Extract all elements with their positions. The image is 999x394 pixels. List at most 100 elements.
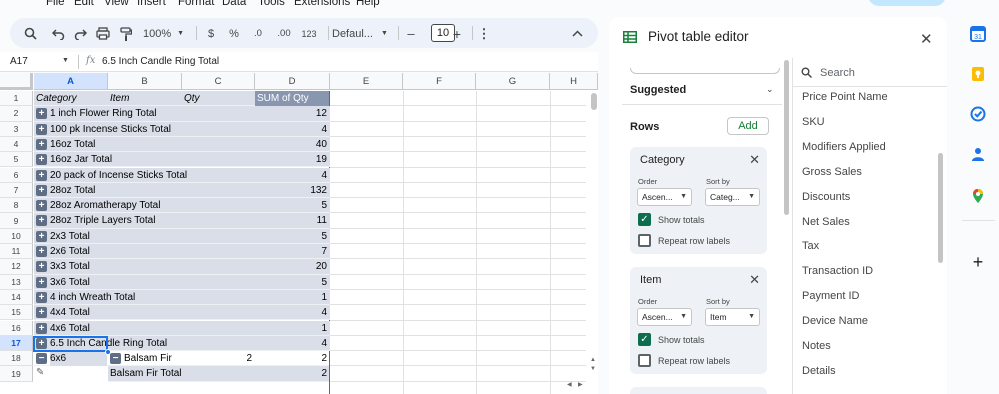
field-item[interactable]: Net Sales (802, 216, 850, 228)
table-cell[interactable]: Balsam Fir Total (110, 366, 182, 381)
menu-view[interactable]: View (104, 0, 129, 8)
column-header-g[interactable]: G (476, 73, 550, 90)
keep-icon[interactable] (970, 66, 986, 82)
number-format-button[interactable]: 123 (299, 25, 319, 42)
expand-icon[interactable]: + (36, 230, 47, 242)
decrease-decimal-button[interactable]: .0 (250, 25, 266, 42)
column-header-a[interactable]: A (34, 73, 108, 90)
fill-handle[interactable] (105, 349, 111, 355)
table-cell[interactable]: 6x6 (50, 351, 107, 367)
table-cell[interactable]: 2 (255, 366, 327, 381)
table-cell[interactable]: 2 (184, 351, 252, 366)
menu-file[interactable]: File (46, 0, 65, 8)
menu-insert[interactable]: Insert (137, 0, 166, 8)
font-select[interactable]: Defaul... ▼ (332, 25, 392, 42)
add-rows-button[interactable]: Add (727, 117, 769, 135)
column-header-f[interactable]: F (403, 73, 476, 90)
table-cell[interactable]: 16oz Jar Total (50, 152, 112, 167)
table-cell[interactable]: 28oz Aromatherapy Total (50, 198, 160, 213)
expand-icon[interactable]: + (36, 154, 47, 166)
row-header-14[interactable]: 14 (0, 289, 33, 306)
scroll-left-icon[interactable]: ◀ (567, 381, 572, 388)
menu-data[interactable]: Data (222, 0, 246, 8)
expand-icon[interactable]: + (36, 307, 47, 319)
sort-by-select[interactable]: Categ... ▼ (705, 188, 760, 206)
table-cell[interactable]: 1 (255, 321, 327, 336)
suggested-label[interactable]: Suggested (630, 84, 686, 96)
table-cell[interactable]: 4 (255, 168, 327, 183)
table-cell[interactable]: 4 (255, 305, 327, 320)
print-icon[interactable] (95, 25, 111, 42)
table-cell[interactable]: 100 pk Incense Sticks Total (50, 122, 171, 137)
expand-icon[interactable]: + (36, 184, 47, 196)
table-cell[interactable]: 132 (255, 183, 327, 198)
table-cell[interactable]: 2x3 Total (50, 229, 90, 244)
row-header-2[interactable]: 2 (0, 106, 33, 122)
table-cell[interactable]: 3x3 Total (50, 259, 90, 274)
settings-scroll-thumb[interactable] (784, 60, 789, 215)
field-item[interactable]: SKU (802, 116, 825, 128)
field-item[interactable]: Price Point Name (802, 91, 888, 103)
menu-format[interactable]: Format (178, 0, 214, 8)
order-select[interactable]: Ascen... ▼ (637, 188, 692, 206)
row-header-19[interactable]: 19 (0, 366, 33, 382)
table-cell[interactable]: Balsam Fir (124, 351, 172, 366)
row-header-13[interactable]: 13 (0, 274, 33, 290)
search-input[interactable]: Search (820, 67, 855, 79)
row-header-6[interactable]: 6 (0, 167, 33, 183)
vertical-scrollbar[interactable] (588, 90, 598, 394)
chevron-down-icon[interactable]: ⌄ (766, 84, 774, 95)
paint-format-icon[interactable] (118, 25, 134, 42)
scroll-down-icon[interactable]: ▼ (590, 366, 596, 372)
sort-by-select[interactable]: Item ▼ (705, 308, 760, 326)
table-cell[interactable]: 4 inch Wreath Total (50, 290, 135, 305)
row-header-8[interactable]: 8 (0, 198, 33, 214)
share-button[interactable] (868, 0, 946, 6)
table-cell[interactable]: 1 (255, 290, 327, 305)
row-header-3[interactable]: 3 (0, 121, 33, 137)
table-cell[interactable]: 5 (255, 198, 327, 213)
table-cell[interactable]: 2 (255, 351, 327, 366)
header-category[interactable]: Category (36, 91, 77, 106)
increase-decimal-button[interactable]: .00 (274, 25, 294, 42)
header-sum-of-qty[interactable]: SUM of Qty (255, 91, 330, 106)
table-cell[interactable]: 4 (255, 122, 327, 137)
column-header-c[interactable]: C (182, 73, 255, 90)
more-options-icon[interactable]: ⋮ (478, 25, 491, 42)
chevron-down-icon[interactable]: ▼ (62, 57, 69, 64)
table-cell[interactable]: 16oz Total (50, 137, 95, 152)
table-cell[interactable]: 12 (255, 106, 327, 121)
close-icon[interactable]: ✕ (749, 272, 760, 288)
table-cell[interactable]: 5 (255, 275, 327, 290)
table-cell[interactable]: 4 (255, 336, 327, 351)
name-box[interactable]: A17 (10, 56, 28, 67)
row-header-9[interactable]: 9 (0, 213, 33, 229)
show-totals-checkbox[interactable]: ✓ (638, 213, 651, 226)
row-header-5[interactable]: 5 (0, 152, 33, 168)
field-list-scroll-thumb[interactable] (938, 153, 943, 263)
menu-extensions[interactable]: Extensions (294, 0, 350, 8)
tasks-icon[interactable] (970, 106, 986, 122)
currency-format-button[interactable]: $ (205, 25, 217, 42)
close-icon[interactable]: ✕ (920, 30, 933, 48)
table-cell[interactable]: 19 (255, 152, 327, 167)
select-all-corner[interactable] (0, 73, 33, 90)
expand-icon[interactable]: + (36, 200, 47, 212)
table-cell[interactable]: 2x6 Total (50, 244, 90, 259)
field-item[interactable]: Gross Sales (802, 166, 862, 178)
row-header-16[interactable]: 16 (0, 320, 33, 336)
redo-icon[interactable] (72, 25, 88, 42)
column-header-e[interactable]: E (330, 73, 403, 90)
table-cell[interactable]: 28oz Total (50, 183, 95, 198)
field-item[interactable]: Notes (802, 340, 831, 352)
increase-font-size-button[interactable]: + (451, 25, 463, 42)
table-cell[interactable]: 3x6 Total (50, 275, 90, 290)
order-select[interactable]: Ascen... ▼ (637, 308, 692, 326)
row-header-12[interactable]: 12 (0, 259, 33, 275)
contacts-icon[interactable] (970, 146, 986, 162)
expand-icon[interactable]: + (36, 322, 47, 334)
scroll-right-icon[interactable]: ▶ (578, 381, 583, 388)
table-cell[interactable]: 40 (255, 137, 327, 152)
table-cell[interactable]: 7 (255, 244, 327, 259)
vertical-scroll-thumb[interactable] (591, 93, 597, 110)
